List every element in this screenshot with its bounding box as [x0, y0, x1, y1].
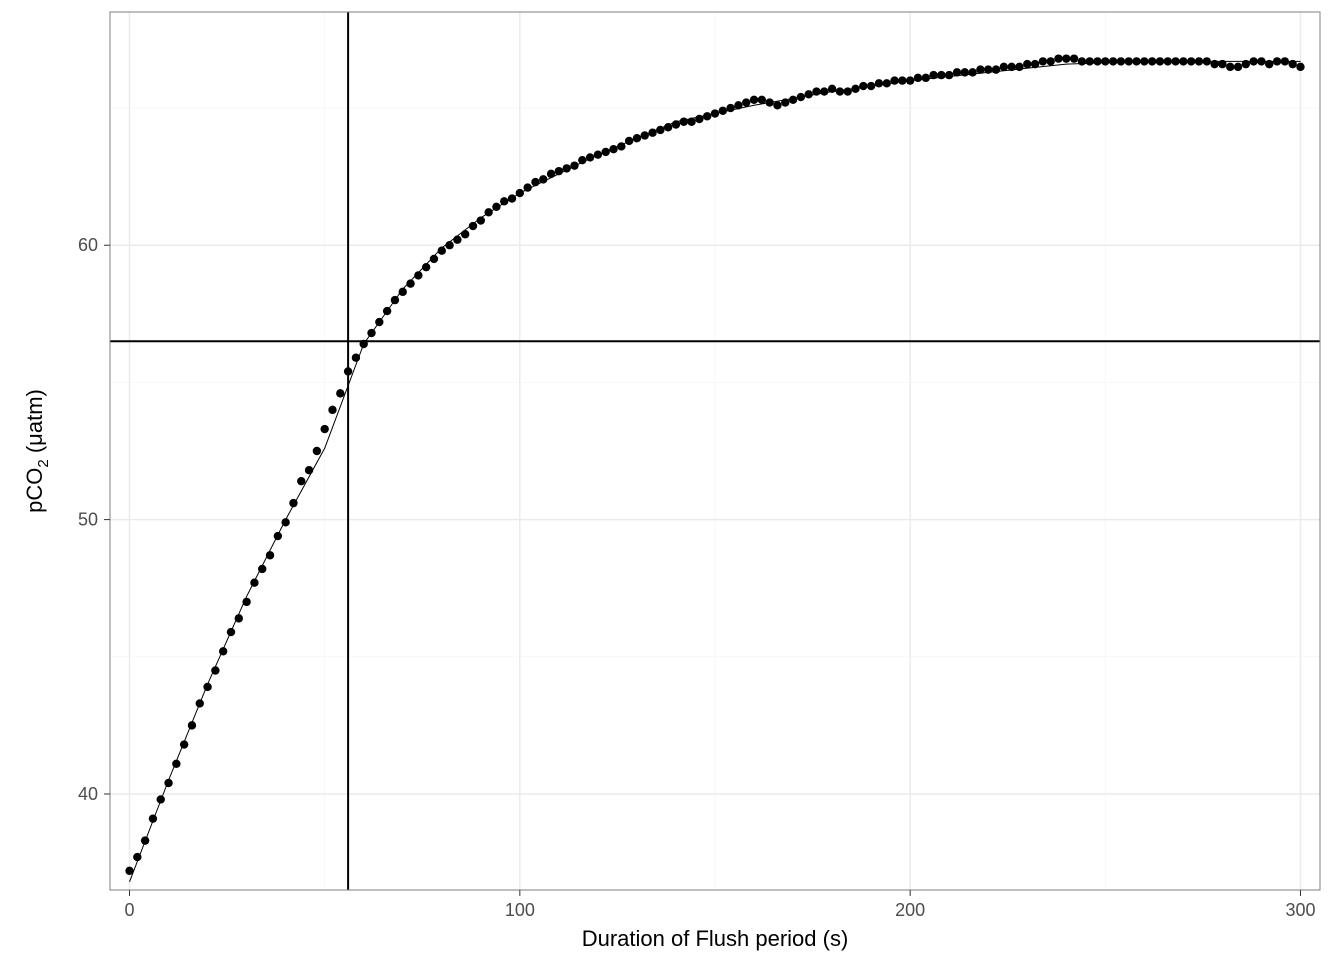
y-tick-label: 50	[78, 510, 98, 530]
x-axis-title: Duration of Flush period (s)	[582, 926, 849, 951]
chart-container: 0 100 200 300 40 50 60 Duration of Flush period…	[0, 0, 1344, 960]
x-tick-label: 300	[1285, 900, 1315, 920]
chart-svg: 0 100 200 300 40 50 60 Duration of Flush period…	[0, 0, 1344, 960]
x-tick-label: 200	[895, 900, 925, 920]
x-tick-label: 0	[125, 900, 135, 920]
x-tick-label: 100	[505, 900, 535, 920]
y-tick-label: 40	[78, 784, 98, 804]
y-tick-label: 60	[78, 235, 98, 255]
y-axis-title: pCO2 (μatm)	[22, 389, 52, 513]
